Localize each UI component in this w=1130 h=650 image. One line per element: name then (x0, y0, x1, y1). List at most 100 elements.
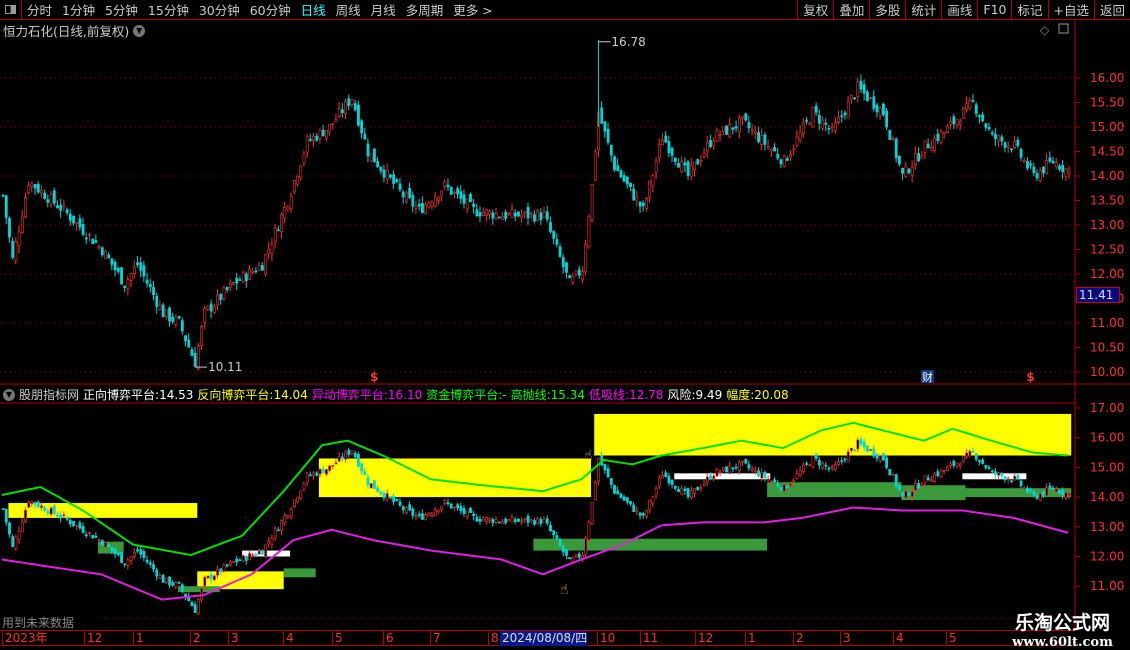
upper-candle (859, 80, 863, 90)
lower-candle (8, 522, 11, 535)
upper-candle (315, 135, 319, 141)
hand-pointer-icon: ☝ (560, 582, 569, 598)
indicator-number: 14.04 (273, 388, 308, 402)
upper-axis-label: 13.00 (1090, 218, 1124, 232)
lower-candle (107, 544, 111, 547)
lower-candle (648, 499, 652, 511)
upper-candle (814, 105, 818, 113)
lower-candle (1016, 475, 1020, 479)
upper-candle (1010, 148, 1013, 151)
upper-candle (641, 202, 645, 207)
lower-candle (901, 492, 905, 496)
upper-candle (891, 137, 895, 140)
upper-candle (270, 244, 274, 255)
lower-candle (1, 508, 5, 510)
upper-candle (78, 218, 82, 228)
lower-candle (619, 493, 623, 499)
lower-candle (427, 513, 431, 517)
upper-candle (485, 209, 488, 216)
lower-candle (120, 552, 123, 563)
lower-candle (40, 505, 43, 508)
upper-candle (942, 131, 946, 134)
lower-candle (267, 541, 271, 545)
indicator-label: 资金博弈平台: (426, 388, 503, 402)
green-platform-zone (767, 482, 902, 498)
time-label: 7 (430, 631, 441, 646)
upper-candle (571, 276, 575, 283)
upper-candle (193, 352, 197, 368)
chart-canvas[interactable]: 16.00 15.50 15.00 14.50 14.00 13.50 13.00 12.50… (0, 0, 1130, 650)
lower-candle (753, 469, 757, 472)
lower-candle (946, 466, 949, 472)
upper-candle (949, 120, 953, 125)
current-price-tag: 11.41 (1076, 287, 1120, 303)
chevron-down-icon[interactable]: ▼ (3, 388, 15, 401)
lower-candle (126, 559, 130, 566)
upper-candle (753, 131, 757, 134)
lower-candle (497, 521, 501, 524)
lower-candle (635, 509, 639, 513)
upper-candle (968, 100, 972, 109)
upper-candle (94, 240, 98, 243)
upper-candle (475, 209, 479, 217)
lower-candle (811, 455, 815, 468)
time-label: 3 (228, 631, 239, 646)
upper-candle (1048, 157, 1052, 162)
time-label: 1 (745, 631, 756, 646)
lower-candle (930, 479, 933, 483)
lower-candle (814, 454, 818, 459)
lower-candle (344, 451, 348, 460)
upper-candle (686, 161, 690, 176)
upper-candle (654, 161, 658, 173)
lower-candle (715, 469, 719, 477)
upper-candle (830, 125, 834, 128)
lower-candle (917, 483, 921, 489)
lower-candle (651, 496, 655, 504)
lower-candle (709, 475, 712, 480)
lower-candle (456, 504, 460, 509)
diamond-icon[interactable]: ◇ (1040, 23, 1050, 37)
lower-candle (177, 581, 181, 584)
lower-candle (523, 518, 527, 520)
lower-candle (209, 574, 213, 580)
upper-candle (177, 316, 181, 319)
upper-candle (465, 198, 469, 209)
lower-candle (997, 472, 1001, 476)
upper-candle (469, 193, 472, 203)
upper-candle (987, 127, 991, 130)
lower-axis-label: 15.00 (1090, 460, 1124, 474)
upper-candle (1026, 161, 1029, 169)
upper-candle (59, 204, 63, 211)
lower-candle (1067, 493, 1071, 496)
upper-candle (17, 231, 21, 247)
upper-candle (56, 205, 59, 209)
lower-candle (491, 519, 495, 523)
upper-candle (581, 271, 584, 281)
upper-candle (196, 345, 200, 370)
upper-axis-label: 10.50 (1090, 341, 1124, 355)
upper-candle (539, 212, 543, 220)
lower-candle (1022, 487, 1026, 489)
upper-candle (520, 214, 524, 218)
lower-candle (283, 515, 287, 524)
upper-candle (132, 266, 136, 274)
lower-candle (1006, 478, 1010, 480)
yellow-platform-zone (8, 503, 198, 518)
lower-candle (1019, 480, 1023, 487)
upper-candle (164, 309, 168, 318)
upper-axis-label: 15.50 (1090, 96, 1124, 110)
lower-candle (1048, 485, 1052, 489)
upper-candle (33, 184, 37, 189)
lower-candle (248, 553, 251, 561)
upper-candle (715, 130, 719, 142)
indicator-value: 风险:9.49 (667, 386, 722, 403)
lower-candle (898, 484, 901, 491)
lower-candle (593, 482, 597, 500)
lower-candle (30, 501, 34, 504)
upper-candle (613, 156, 616, 170)
indicator-value: 低吸线:12.78 (589, 386, 663, 403)
upper-candle (930, 147, 933, 152)
indicator-name[interactable]: 股朋指标网 (19, 386, 79, 403)
lower-candle (936, 471, 940, 476)
upper-candle (494, 213, 498, 219)
